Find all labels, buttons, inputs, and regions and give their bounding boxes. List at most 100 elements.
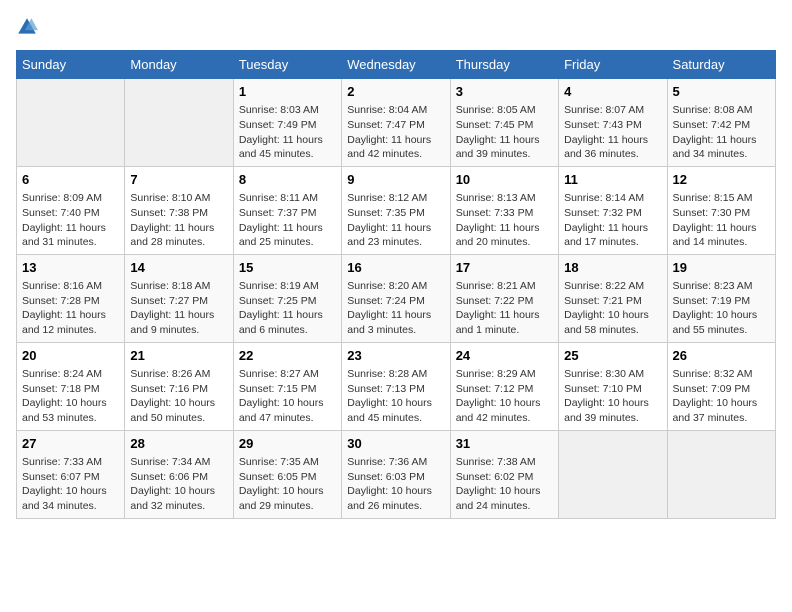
- day-number: 30: [347, 435, 444, 453]
- day-info: Sunrise: 8:30 AM Sunset: 7:10 PM Dayligh…: [564, 367, 661, 426]
- day-info: Sunrise: 8:16 AM Sunset: 7:28 PM Dayligh…: [22, 279, 119, 338]
- day-info: Sunrise: 8:14 AM Sunset: 7:32 PM Dayligh…: [564, 191, 661, 250]
- day-info: Sunrise: 8:22 AM Sunset: 7:21 PM Dayligh…: [564, 279, 661, 338]
- calendar-week-row: 20 Sunrise: 8:24 AM Sunset: 7:18 PM Dayli…: [17, 342, 776, 430]
- day-info: Sunrise: 8:12 AM Sunset: 7:35 PM Dayligh…: [347, 191, 444, 250]
- day-number: 11: [564, 171, 661, 189]
- calendar-cell: [559, 430, 667, 518]
- day-number: 14: [130, 259, 227, 277]
- day-number: 3: [456, 83, 553, 101]
- day-number: 28: [130, 435, 227, 453]
- day-number: 18: [564, 259, 661, 277]
- day-number: 19: [673, 259, 770, 277]
- day-number: 21: [130, 347, 227, 365]
- day-info: Sunrise: 8:09 AM Sunset: 7:40 PM Dayligh…: [22, 191, 119, 250]
- day-info: Sunrise: 7:38 AM Sunset: 6:02 PM Dayligh…: [456, 455, 553, 514]
- day-info: Sunrise: 8:18 AM Sunset: 7:27 PM Dayligh…: [130, 279, 227, 338]
- day-info: Sunrise: 8:05 AM Sunset: 7:45 PM Dayligh…: [456, 103, 553, 162]
- day-info: Sunrise: 7:35 AM Sunset: 6:05 PM Dayligh…: [239, 455, 336, 514]
- day-info: Sunrise: 8:21 AM Sunset: 7:22 PM Dayligh…: [456, 279, 553, 338]
- calendar-table: SundayMondayTuesdayWednesdayThursdayFrid…: [16, 50, 776, 519]
- calendar-cell: 7 Sunrise: 8:10 AM Sunset: 7:38 PM Daylig…: [125, 166, 233, 254]
- day-number: 24: [456, 347, 553, 365]
- calendar-cell: 6 Sunrise: 8:09 AM Sunset: 7:40 PM Daylig…: [17, 166, 125, 254]
- day-info: Sunrise: 7:36 AM Sunset: 6:03 PM Dayligh…: [347, 455, 444, 514]
- calendar-cell: 10 Sunrise: 8:13 AM Sunset: 7:33 PM Dayli…: [450, 166, 558, 254]
- weekday-header-row: SundayMondayTuesdayWednesdayThursdayFrid…: [17, 51, 776, 79]
- weekday-header-thursday: Thursday: [450, 51, 558, 79]
- day-number: 31: [456, 435, 553, 453]
- day-number: 5: [673, 83, 770, 101]
- calendar-cell: 26 Sunrise: 8:32 AM Sunset: 7:09 PM Dayli…: [667, 342, 775, 430]
- day-number: 22: [239, 347, 336, 365]
- calendar-cell: [125, 79, 233, 167]
- day-info: Sunrise: 8:03 AM Sunset: 7:49 PM Dayligh…: [239, 103, 336, 162]
- weekday-header-friday: Friday: [559, 51, 667, 79]
- day-number: 9: [347, 171, 444, 189]
- day-info: Sunrise: 8:13 AM Sunset: 7:33 PM Dayligh…: [456, 191, 553, 250]
- day-number: 26: [673, 347, 770, 365]
- calendar-cell: 5 Sunrise: 8:08 AM Sunset: 7:42 PM Daylig…: [667, 79, 775, 167]
- calendar-cell: 20 Sunrise: 8:24 AM Sunset: 7:18 PM Dayli…: [17, 342, 125, 430]
- calendar-cell: 8 Sunrise: 8:11 AM Sunset: 7:37 PM Daylig…: [233, 166, 341, 254]
- day-number: 23: [347, 347, 444, 365]
- calendar-cell: 30 Sunrise: 7:36 AM Sunset: 6:03 PM Dayli…: [342, 430, 450, 518]
- day-info: Sunrise: 8:26 AM Sunset: 7:16 PM Dayligh…: [130, 367, 227, 426]
- day-info: Sunrise: 8:19 AM Sunset: 7:25 PM Dayligh…: [239, 279, 336, 338]
- logo-icon: [16, 16, 38, 38]
- calendar-cell: [667, 430, 775, 518]
- calendar-cell: 2Sunrise: 8:04 AM Sunset: 7:47 PM Daylig…: [342, 79, 450, 167]
- calendar-cell: 29Sunrise: 7:35 AM Sunset: 6:05 PM Dayli…: [233, 430, 341, 518]
- day-number: 8: [239, 171, 336, 189]
- calendar-cell: 4 Sunrise: 8:07 AM Sunset: 7:43 PM Daylig…: [559, 79, 667, 167]
- calendar-cell: 28 Sunrise: 7:34 AM Sunset: 6:06 PM Dayli…: [125, 430, 233, 518]
- day-number: 16: [347, 259, 444, 277]
- day-number: 20: [22, 347, 119, 365]
- calendar-cell: 31 Sunrise: 7:38 AM Sunset: 6:02 PM Dayli…: [450, 430, 558, 518]
- calendar-cell: 19 Sunrise: 8:23 AM Sunset: 7:19 PM Dayli…: [667, 254, 775, 342]
- calendar-cell: 22 Sunrise: 8:27 AM Sunset: 7:15 PM Dayli…: [233, 342, 341, 430]
- day-info: Sunrise: 7:33 AM Sunset: 6:07 PM Dayligh…: [22, 455, 119, 514]
- day-number: 10: [456, 171, 553, 189]
- calendar-cell: 3 Sunrise: 8:05 AM Sunset: 7:45 PM Daylig…: [450, 79, 558, 167]
- calendar-cell: 18 Sunrise: 8:22 AM Sunset: 7:21 PM Dayli…: [559, 254, 667, 342]
- calendar-cell: 12 Sunrise: 8:15 AM Sunset: 7:30 PM Dayli…: [667, 166, 775, 254]
- day-number: 7: [130, 171, 227, 189]
- calendar-cell: 14 Sunrise: 8:18 AM Sunset: 7:27 PM Dayli…: [125, 254, 233, 342]
- day-info: Sunrise: 8:04 AM Sunset: 7:47 PM Dayligh…: [347, 103, 444, 162]
- day-number: 17: [456, 259, 553, 277]
- logo: [16, 16, 42, 38]
- day-number: 1: [239, 83, 336, 101]
- day-info: Sunrise: 8:27 AM Sunset: 7:15 PM Dayligh…: [239, 367, 336, 426]
- calendar-cell: 13 Sunrise: 8:16 AM Sunset: 7:28 PM Dayli…: [17, 254, 125, 342]
- day-number: 13: [22, 259, 119, 277]
- day-info: Sunrise: 8:15 AM Sunset: 7:30 PM Dayligh…: [673, 191, 770, 250]
- weekday-header-sunday: Sunday: [17, 51, 125, 79]
- day-number: 15: [239, 259, 336, 277]
- day-info: Sunrise: 8:11 AM Sunset: 7:37 PM Dayligh…: [239, 191, 336, 250]
- day-info: Sunrise: 8:10 AM Sunset: 7:38 PM Dayligh…: [130, 191, 227, 250]
- day-info: Sunrise: 8:23 AM Sunset: 7:19 PM Dayligh…: [673, 279, 770, 338]
- day-info: Sunrise: 8:24 AM Sunset: 7:18 PM Dayligh…: [22, 367, 119, 426]
- day-info: Sunrise: 8:08 AM Sunset: 7:42 PM Dayligh…: [673, 103, 770, 162]
- day-number: 6: [22, 171, 119, 189]
- calendar-cell: 1 Sunrise: 8:03 AM Sunset: 7:49 PM Daylig…: [233, 79, 341, 167]
- day-info: Sunrise: 8:07 AM Sunset: 7:43 PM Dayligh…: [564, 103, 661, 162]
- calendar-cell: 27Sunrise: 7:33 AM Sunset: 6:07 PM Dayli…: [17, 430, 125, 518]
- day-info: Sunrise: 8:29 AM Sunset: 7:12 PM Dayligh…: [456, 367, 553, 426]
- weekday-header-wednesday: Wednesday: [342, 51, 450, 79]
- weekday-header-saturday: Saturday: [667, 51, 775, 79]
- calendar-week-row: 27Sunrise: 7:33 AM Sunset: 6:07 PM Dayli…: [17, 430, 776, 518]
- calendar-week-row: 13 Sunrise: 8:16 AM Sunset: 7:28 PM Dayli…: [17, 254, 776, 342]
- calendar-cell: 11 Sunrise: 8:14 AM Sunset: 7:32 PM Dayli…: [559, 166, 667, 254]
- day-number: 12: [673, 171, 770, 189]
- weekday-header-tuesday: Tuesday: [233, 51, 341, 79]
- calendar-cell: [17, 79, 125, 167]
- calendar-cell: 16Sunrise: 8:20 AM Sunset: 7:24 PM Dayli…: [342, 254, 450, 342]
- calendar-week-row: 6 Sunrise: 8:09 AM Sunset: 7:40 PM Daylig…: [17, 166, 776, 254]
- page-header: [16, 16, 776, 38]
- day-info: Sunrise: 8:32 AM Sunset: 7:09 PM Dayligh…: [673, 367, 770, 426]
- day-info: Sunrise: 7:34 AM Sunset: 6:06 PM Dayligh…: [130, 455, 227, 514]
- calendar-cell: 9 Sunrise: 8:12 AM Sunset: 7:35 PM Daylig…: [342, 166, 450, 254]
- day-number: 4: [564, 83, 661, 101]
